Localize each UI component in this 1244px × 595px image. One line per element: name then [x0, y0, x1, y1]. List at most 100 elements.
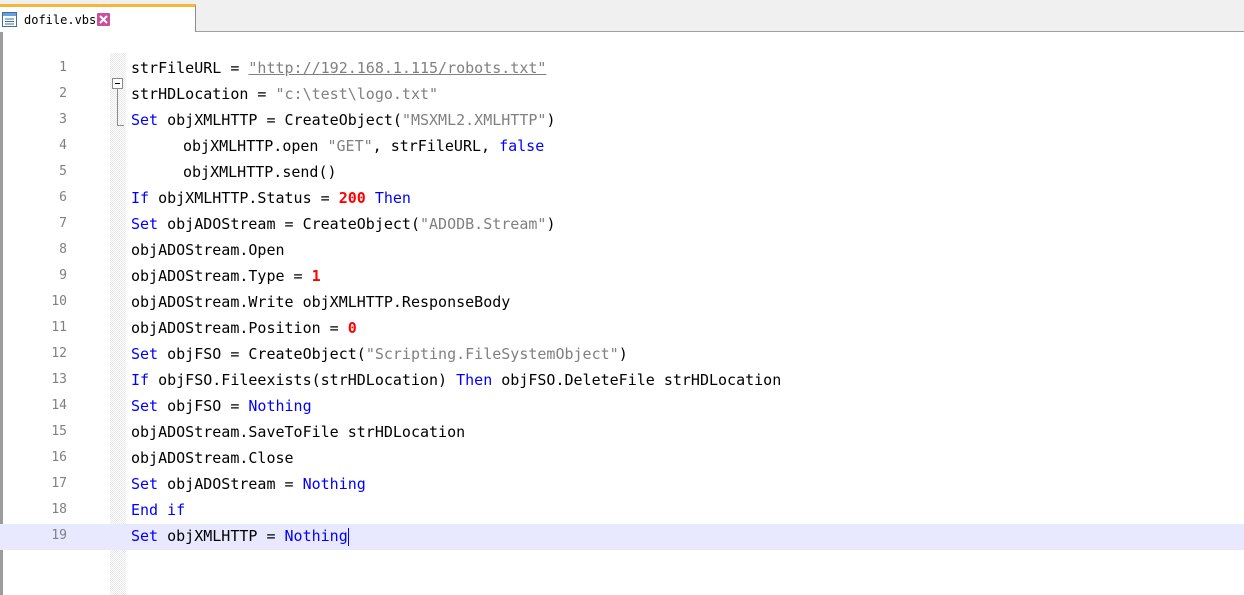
- line-number: 14: [51, 398, 67, 413]
- code-text: Set objADOStream = Nothing: [131, 472, 366, 498]
- fold-range-line: [117, 89, 118, 125]
- string-token: "c:\test\logo.txt": [275, 85, 439, 103]
- keyword-token: Then: [374, 189, 411, 207]
- close-icon[interactable]: [97, 13, 111, 26]
- keyword-token: false: [499, 137, 545, 155]
- code-token: objFSO =: [158, 397, 249, 415]
- code-text: objADOStream.Close: [131, 446, 294, 472]
- line-number: 4: [59, 138, 67, 153]
- code-text: objXMLHTTP.open "GET", strFileURL, false: [183, 134, 544, 160]
- code-line[interactable]: 9 objADOStream.Type = 1: [0, 264, 1244, 290]
- code-token: objADOStream.Open: [131, 241, 285, 259]
- code-text: strFileURL = "http://192.168.1.115/robot…: [131, 56, 546, 82]
- code-line[interactable]: 8 objADOStream.Open: [0, 238, 1244, 264]
- code-token: objFSO.Fileexists(strHDLocation): [149, 371, 457, 389]
- code-token: objADOStream.SaveToFile strHDLocation: [131, 423, 466, 441]
- string-token: "Scripting.FileSystemObject": [365, 345, 619, 363]
- code-line[interactable]: 7 Set objADOStream = CreateObject("ADODB.…: [0, 212, 1244, 238]
- keyword-token: If: [131, 189, 150, 207]
- line-number: 10: [51, 294, 67, 309]
- string-token[interactable]: "http://192.168.1.115/robots.txt": [248, 59, 546, 77]
- code-line[interactable]: 15 objADOStream.SaveToFile strHDLocation: [0, 420, 1244, 446]
- code-line[interactable]: 11 objADOStream.Position = 0: [0, 316, 1244, 342]
- keyword-token: Nothing: [284, 527, 348, 545]
- keyword-token: Set: [131, 527, 159, 545]
- code-token: objFSO = CreateObject(: [158, 345, 366, 363]
- code-text: Set objFSO = CreateObject("Scripting.Fil…: [131, 342, 628, 368]
- code-line[interactable]: 2 strHDLocation = "c:\test\logo.txt": [0, 82, 1244, 108]
- code-line[interactable]: 19 Set objXMLHTTP = Nothing: [0, 524, 1244, 550]
- document-icon: [2, 12, 17, 27]
- code-text: If objFSO.Fileexists(strHDLocation) Then…: [131, 368, 781, 394]
- keyword-token: If: [131, 371, 150, 389]
- line-number: 6: [59, 190, 67, 205]
- code-line[interactable]: 12 Set objFSO = CreateObject("Scripting.F…: [0, 342, 1244, 368]
- line-number: 1: [59, 60, 67, 75]
- line-number: 15: [51, 424, 67, 439]
- code-token: objADOStream = CreateObject(: [158, 215, 420, 233]
- fold-end-marker: [117, 125, 124, 126]
- code-token: objXMLHTTP.send(): [183, 163, 337, 181]
- number-token: 0: [347, 319, 357, 337]
- line-number: 8: [59, 242, 67, 257]
- line-number: 19: [51, 528, 67, 543]
- keyword-token: Set: [131, 215, 159, 233]
- keyword-token: Nothing: [248, 397, 312, 415]
- string-token: "GET": [327, 137, 373, 155]
- line-number: 3: [59, 112, 67, 127]
- keyword-token: Set: [131, 397, 159, 415]
- code-text: objADOStream.Open: [131, 238, 285, 264]
- line-number: 2: [59, 86, 67, 101]
- code-text: strHDLocation = "c:\test\logo.txt": [131, 82, 438, 108]
- code-line[interactable]: 17 Set objADOStream = Nothing: [0, 472, 1244, 498]
- line-number: 11: [51, 320, 67, 335]
- code-token: objADOStream.Write objXMLHTTP.ResponseBo…: [131, 293, 511, 311]
- code-line[interactable]: 1 strFileURL = "http://192.168.1.115/robo…: [0, 56, 1244, 82]
- line-number: 16: [51, 450, 67, 465]
- fold-collapse-icon[interactable]: [112, 78, 123, 89]
- number-token: 1: [311, 267, 321, 285]
- code-line[interactable]: 10 objADOStream.Write objXMLHTTP.Response…: [0, 290, 1244, 316]
- code-token: objADOStream.Position =: [131, 319, 348, 337]
- line-number: 18: [51, 502, 67, 517]
- keyword-token: Set: [131, 475, 159, 493]
- code-token: objADOStream.Close: [131, 449, 294, 467]
- code-token: ): [546, 215, 556, 233]
- code-text: objADOStream.Write objXMLHTTP.ResponseBo…: [131, 290, 510, 316]
- number-token: 200: [338, 189, 366, 207]
- tab-bar: dofile.vbs: [0, 0, 1244, 32]
- string-token: "MSXML2.XMLHTTP": [401, 111, 547, 129]
- code-line[interactable]: 5 objXMLHTTP.send(): [0, 160, 1244, 186]
- code-line[interactable]: 13 If objFSO.Fileexists(strHDLocation) Th…: [0, 368, 1244, 394]
- code-text: If objXMLHTTP.Status = 200 Then: [131, 186, 411, 212]
- code-token: objXMLHTTP.open: [183, 137, 328, 155]
- code-text: objADOStream.Position = 0: [131, 316, 357, 342]
- code-text: objADOStream.Type = 1: [131, 264, 321, 290]
- code-line[interactable]: 3 Set objXMLHTTP = CreateObject("MSXML2.X…: [0, 108, 1244, 134]
- code-line[interactable]: 4 objXMLHTTP.open "GET", strFileURL, fals…: [0, 134, 1244, 160]
- code-line[interactable]: 18 End if: [0, 498, 1244, 524]
- code-text: Set objADOStream = CreateObject("ADODB.S…: [131, 212, 555, 238]
- line-number: 9: [59, 268, 67, 283]
- code-text: objXMLHTTP.send(): [183, 160, 337, 186]
- code-line[interactable]: 14 Set objFSO = Nothing: [0, 394, 1244, 420]
- line-number: 13: [51, 372, 67, 387]
- code-token: , strFileURL,: [372, 137, 500, 155]
- tab-dofile[interactable]: dofile.vbs: [0, 4, 196, 32]
- line-number: 17: [51, 476, 67, 491]
- code-token: objADOStream =: [158, 475, 303, 493]
- code-token: objADOStream.Type =: [131, 267, 312, 285]
- tab-filename: dofile.vbs: [24, 12, 97, 27]
- code-token: objXMLHTTP =: [158, 527, 285, 545]
- code-token: strHDLocation =: [131, 85, 276, 103]
- code-token: ): [546, 111, 556, 129]
- editor-window: dofile.vbs 1 strFileURL = "http://192.168…: [0, 0, 1244, 595]
- string-token: "ADODB.Stream": [420, 215, 547, 233]
- keyword-token: Then: [456, 371, 493, 389]
- code-line[interactable]: 16 objADOStream.Close: [0, 446, 1244, 472]
- code-line[interactable]: 6 If objXMLHTTP.Status = 200 Then: [0, 186, 1244, 212]
- code-text: Set objXMLHTTP = Nothing: [131, 524, 349, 550]
- code-token: strFileURL =: [131, 59, 249, 77]
- keyword-token: End if: [131, 501, 186, 519]
- text-caret: [347, 527, 349, 546]
